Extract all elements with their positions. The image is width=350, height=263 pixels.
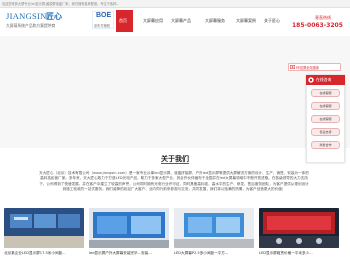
about-line-4: 到施工验收的一站式服务。我们诚挚的欢迎广大客户、业内同行前来参观与交流，共同发展… bbox=[62, 187, 286, 192]
site-search-label[interactable]: PE控屏全站搜索 bbox=[296, 65, 319, 70]
gallery-image-2-picture bbox=[89, 208, 169, 248]
welcome-text: 欢迎您来到大屏专业led显示屏,触摸屏液晶厂家，我们拥有各种配置，专注于各种..… bbox=[2, 2, 120, 6]
nav-item-services[interactable]: 大屏幕服务 bbox=[205, 18, 225, 24]
hotline-label: 垂直热线 bbox=[315, 15, 331, 20]
gallery-image-3-picture bbox=[174, 208, 254, 248]
gallery-caption-2[interactable]: led显示屏户外大屏幕安装完毕...安装... bbox=[89, 251, 171, 256]
boe-logo-mark: BOE bbox=[96, 12, 112, 19]
gallery-image-2[interactable] bbox=[89, 208, 169, 248]
chat-icon bbox=[308, 77, 314, 83]
boe-caption: 京东方授权 bbox=[94, 24, 110, 28]
nav-item-home-label[interactable]: 首页 bbox=[119, 18, 127, 24]
gallery-image-1[interactable] bbox=[4, 208, 84, 248]
gallery-caption-1[interactable]: 北京某企业LED显示屏17.5米小间距... bbox=[4, 251, 86, 256]
section-divider bbox=[161, 163, 189, 164]
gallery-caption-3[interactable]: LED大屏幕P2.5多小间距一平方... bbox=[174, 251, 256, 256]
float-button-service-3-label[interactable]: 在线客服 bbox=[311, 117, 340, 121]
nav-item-about[interactable]: 关于匠心 bbox=[264, 18, 280, 24]
logo-tagline: 大屏幕系统产品和方案提供商 bbox=[6, 23, 56, 28]
nav-item-products[interactable]: 大屏幕产品 bbox=[171, 18, 191, 24]
gallery-image-1-picture bbox=[4, 208, 84, 248]
nav-item-cases[interactable]: 大屏幕案例 bbox=[236, 18, 256, 24]
float-button-aftersales-label[interactable]: 售后支持 bbox=[311, 130, 340, 134]
search-icon bbox=[290, 65, 295, 69]
logo-latin-text[interactable]: JIANGSIN bbox=[6, 11, 47, 21]
gallery-caption-4[interactable]: LED显示屏租赁价格一平米多少... bbox=[259, 251, 341, 256]
float-button-service-2-label[interactable]: 在线客服 bbox=[311, 104, 340, 108]
about-body-text: 天大匠心（北京）技术有限公司（www.jiangsin.com）是一家专业从事l… bbox=[16, 171, 332, 193]
nav-item-applications[interactable]: 大屏幕应用 bbox=[143, 18, 163, 24]
logo-cn-text[interactable]: 匠心 bbox=[46, 11, 62, 22]
float-button-service-1-label[interactable]: 在线客服 bbox=[311, 91, 340, 95]
gallery-image-4[interactable] bbox=[259, 208, 339, 248]
gallery-image-4-picture bbox=[259, 208, 339, 248]
gallery-image-3[interactable] bbox=[174, 208, 254, 248]
float-button-business-label[interactable]: 商务合作 bbox=[311, 143, 340, 147]
hero-banner bbox=[0, 36, 350, 148]
floating-panel-title: 在线咨询 bbox=[316, 77, 332, 82]
hotline-number[interactable]: 185-0063-3205 bbox=[292, 22, 343, 29]
